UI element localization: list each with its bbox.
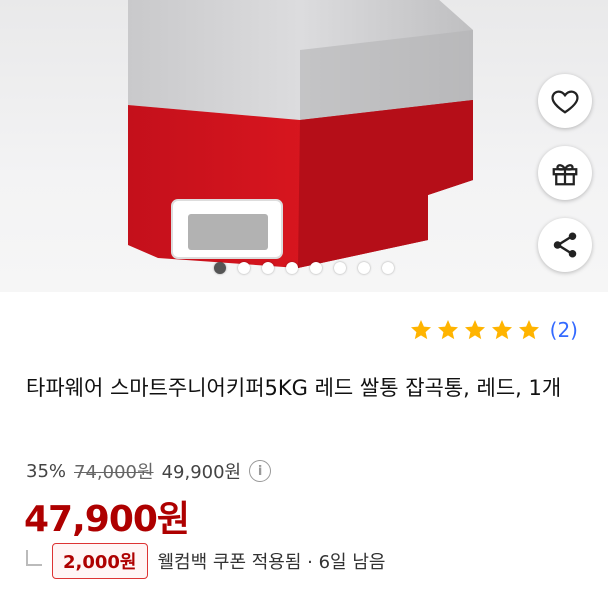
gallery-dot[interactable] [382, 262, 394, 274]
original-price: 74,000원 [74, 462, 154, 483]
wishlist-button[interactable] [538, 74, 592, 128]
gift-button[interactable] [538, 146, 592, 200]
review-count[interactable]: (2) [550, 318, 578, 342]
gallery-dot[interactable] [358, 262, 370, 274]
discount-rate: 35% [26, 460, 67, 482]
coupon-text: 웰컴백 쿠폰 적용됨 · 6일 남음 [157, 552, 386, 573]
final-price: 47,900원 [24, 499, 190, 540]
gallery-dot[interactable] [334, 262, 346, 274]
share-icon [553, 232, 577, 258]
rating[interactable]: (2) [409, 318, 578, 342]
product-image [128, 0, 473, 268]
gallery-dot[interactable] [262, 262, 274, 274]
price-line: 35% 74,000원 49,900원 i [26, 458, 272, 484]
gallery-dot[interactable] [214, 262, 226, 274]
star-icon [518, 320, 539, 340]
heart-icon [551, 90, 579, 114]
gallery-dot[interactable] [286, 262, 298, 274]
star-icon [437, 320, 458, 340]
star-icon [410, 320, 431, 340]
gallery-pagination [0, 262, 608, 274]
gallery-dot[interactable] [238, 262, 250, 274]
product-image-gallery[interactable] [0, 0, 608, 292]
gallery-dot[interactable] [310, 262, 322, 274]
indent-arrow-icon [26, 550, 42, 566]
star-icon [491, 320, 512, 340]
coupon-row: 2,000원 웰컴백 쿠폰 적용됨 · 6일 남음 [26, 543, 385, 579]
info-icon[interactable]: i [249, 460, 272, 482]
star-icon [464, 320, 485, 340]
coupon-amount-badge: 2,000원 [52, 543, 148, 579]
product-title: 타파웨어 스마트주니어키퍼5KG 레드 쌀통 잡곡통, 레드, 1개 [26, 376, 562, 400]
sale-price: 49,900원 [161, 462, 242, 483]
gift-icon [552, 164, 578, 186]
